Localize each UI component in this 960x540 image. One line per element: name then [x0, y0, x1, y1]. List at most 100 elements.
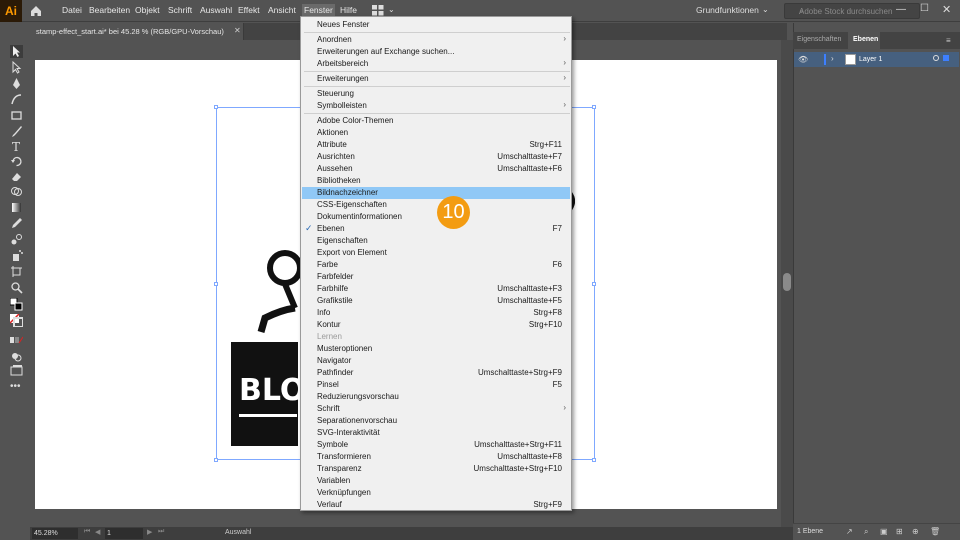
layer-target-icon[interactable]	[933, 55, 939, 61]
menu-item-arbeitsbereich[interactable]: Arbeitsbereich ›	[302, 58, 570, 70]
menu-item-neues-fenster[interactable]: Neues Fenster	[302, 19, 570, 31]
menu-datei[interactable]: Datei	[62, 5, 82, 15]
menu-item-css-eigenschaften[interactable]: CSS-Eigenschaften	[302, 199, 570, 211]
menu-item-svg-interaktivität[interactable]: SVG-Interaktivität	[302, 427, 570, 439]
menu-item-adobe-color-themen[interactable]: Adobe Color-Themen	[302, 115, 570, 127]
menu-item-farbfelder[interactable]: Farbfelder	[302, 271, 570, 283]
gradient-tool-icon[interactable]	[10, 201, 23, 214]
menu-item-erweiterungen[interactable]: Erweiterungen ›	[302, 73, 570, 85]
fill-stroke-icon[interactable]	[10, 314, 23, 327]
type-tool-icon[interactable]: T	[10, 140, 23, 153]
chevron-down-icon[interactable]: ⌄	[388, 5, 395, 14]
trash-icon[interactable]: 🗑	[930, 527, 940, 536]
menu-item-transformieren[interactable]: Transformieren Umschalttaste+F8	[302, 451, 570, 463]
resize-handle[interactable]	[214, 282, 218, 286]
menu-item-farbe[interactable]: Farbe F6	[302, 259, 570, 271]
artboard-number-field[interactable]: 1	[105, 528, 143, 539]
artboard-tool-icon[interactable]	[10, 265, 23, 278]
new-layer-icon[interactable]: ⊕	[912, 527, 919, 536]
resize-handle[interactable]	[592, 458, 596, 462]
menu-item-reduzierungsvorschau[interactable]: Reduzierungsvorschau	[302, 391, 570, 403]
direct-selection-tool-icon[interactable]	[10, 61, 23, 74]
menu-item-kontur[interactable]: Kontur Strg+F10	[302, 319, 570, 331]
default-colors-icon[interactable]	[10, 298, 23, 311]
eraser-tool-icon[interactable]	[10, 170, 23, 183]
menu-item-bibliotheken[interactable]: Bibliotheken	[302, 175, 570, 187]
curvature-tool-icon[interactable]	[10, 93, 23, 106]
menu-item-separationenvorschau[interactable]: Separationenvorschau	[302, 415, 570, 427]
menu-item-ebenen[interactable]: ✓ Ebenen F7	[302, 223, 570, 235]
menu-bearbeiten[interactable]: Bearbeiten	[89, 5, 130, 15]
menu-fenster[interactable]: Fenster	[302, 4, 335, 16]
menu-item-bildnachzeichner[interactable]: Bildnachzeichner	[302, 187, 570, 199]
tab-eigenschaften[interactable]: Eigenschaften	[797, 36, 841, 43]
menu-item-navigator[interactable]: Navigator	[302, 355, 570, 367]
close-icon[interactable]: ✕	[234, 26, 241, 35]
close-icon[interactable]: ✕	[942, 3, 951, 16]
menu-item-transparenz[interactable]: Transparenz Umschalttaste+Strg+F10	[302, 463, 570, 475]
tab-ebenen[interactable]: Ebenen	[848, 32, 880, 49]
resize-handle[interactable]	[214, 458, 218, 462]
more-tools-icon[interactable]: •••	[10, 382, 23, 395]
menu-item-verknüpfungen[interactable]: Verknüpfungen	[302, 487, 570, 499]
menu-item-schrift[interactable]: Schrift ›	[302, 403, 570, 415]
menu-hilfe[interactable]: Hilfe	[340, 5, 357, 15]
layer-name[interactable]: Layer 1	[859, 56, 882, 63]
layer-selection-indicator[interactable]	[943, 55, 949, 61]
symbol-sprayer-tool-icon[interactable]	[10, 249, 23, 262]
menu-item-aktionen[interactable]: Aktionen	[302, 127, 570, 139]
menu-item-steuerung[interactable]: Steuerung	[302, 88, 570, 100]
resize-handle[interactable]	[592, 105, 596, 109]
workspace-switcher[interactable]: Grundfunktionen	[696, 5, 759, 15]
screen-mode-icon[interactable]	[10, 364, 23, 377]
panel-menu-icon[interactable]: ≡	[946, 36, 951, 45]
zoom-tool-icon[interactable]	[10, 281, 23, 294]
shape-builder-tool-icon[interactable]	[10, 185, 23, 198]
scrollbar-thumb[interactable]	[783, 273, 791, 291]
menu-item-symbole[interactable]: Symbole Umschalttaste+Strg+F11	[302, 439, 570, 451]
chevron-right-icon[interactable]: ›	[831, 54, 834, 63]
export-icon[interactable]: ↗	[846, 527, 853, 536]
current-tool-status[interactable]: Auswahl	[225, 529, 251, 536]
menu-item-symbolleisten[interactable]: Symbolleisten ›	[302, 100, 570, 112]
menu-schrift[interactable]: Schrift	[168, 5, 192, 15]
selection-tool-icon[interactable]	[10, 45, 23, 58]
eyedropper-tool-icon[interactable]	[10, 217, 23, 230]
menu-ansicht[interactable]: Ansicht	[268, 5, 296, 15]
new-sublayer-icon[interactable]: ⊞	[896, 527, 903, 536]
menu-item-grafikstile[interactable]: Grafikstile Umschalttaste+F5	[302, 295, 570, 307]
menu-item-verlauf[interactable]: Verlauf Strg+F9	[302, 499, 570, 511]
menu-item-farbhilfe[interactable]: Farbhilfe Umschalttaste+F3	[302, 283, 570, 295]
pen-tool-icon[interactable]	[10, 77, 23, 90]
menu-item-aussehen[interactable]: Aussehen Umschalttaste+F6	[302, 163, 570, 175]
menu-item-info[interactable]: Info Strg+F8	[302, 307, 570, 319]
chevron-down-icon[interactable]: ⌄	[762, 5, 769, 14]
menu-item-dokumentinformationen[interactable]: Dokumentinformationen	[302, 211, 570, 223]
menu-item-musteroptionen[interactable]: Musteroptionen	[302, 343, 570, 355]
document-tab[interactable]: stamp-effect_start.ai* bei 45.28 % (RGB/…	[30, 23, 244, 40]
rotate-tool-icon[interactable]	[10, 155, 23, 168]
eye-icon[interactable]: 👁	[798, 55, 808, 64]
rectangle-tool-icon[interactable]	[10, 109, 23, 122]
menu-item-attribute[interactable]: Attribute Strg+F11	[302, 139, 570, 151]
minimize-icon[interactable]: —	[896, 4, 906, 15]
first-artboard-icon[interactable]: ⏮	[84, 528, 90, 536]
menu-item-pathfinder[interactable]: Pathfinder Umschalttaste+Strg+F9	[302, 367, 570, 379]
paintbrush-tool-icon[interactable]	[10, 125, 23, 138]
maximize-icon[interactable]: ☐	[920, 3, 929, 14]
blend-tool-icon[interactable]	[10, 233, 23, 246]
home-icon[interactable]	[29, 4, 43, 18]
resize-handle[interactable]	[592, 282, 596, 286]
menu-item-anordnen[interactable]: Anordnen ›	[302, 34, 570, 46]
previous-artboard-icon[interactable]: ◀	[95, 528, 100, 536]
menu-effekt[interactable]: Effekt	[238, 5, 260, 15]
menu-item-erweiterungen-auf-exchange-suchen[interactable]: Erweiterungen auf Exchange suchen...	[302, 46, 570, 58]
menu-item-eigenschaften[interactable]: Eigenschaften	[302, 235, 570, 247]
menu-item-pinsel[interactable]: Pinsel F5	[302, 379, 570, 391]
clipping-mask-icon[interactable]: ▣	[880, 527, 888, 536]
last-artboard-icon[interactable]: ⏭	[158, 528, 164, 536]
menu-item-export-von-element[interactable]: Export von Element	[302, 247, 570, 259]
resize-handle[interactable]	[214, 105, 218, 109]
menu-item-variablen[interactable]: Variablen	[302, 475, 570, 487]
zoom-level-field[interactable]: 45.28%	[32, 528, 78, 539]
